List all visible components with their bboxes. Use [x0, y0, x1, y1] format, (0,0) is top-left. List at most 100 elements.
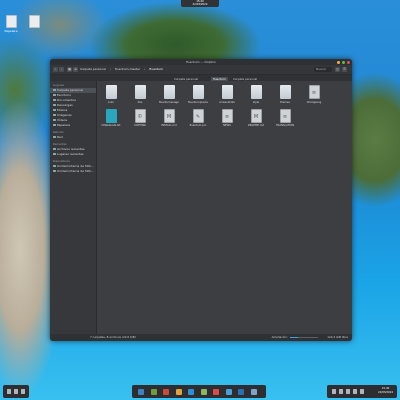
file-item[interactable]: color — [101, 85, 121, 104]
zoom-slider[interactable] — [290, 337, 318, 338]
breadcrumb-item[interactable]: Carpeta personal — [80, 67, 106, 71]
text-file-icon: ≡ — [279, 108, 291, 123]
file-item[interactable]: M INSTALL.md — [159, 108, 179, 127]
maximize-button[interactable] — [342, 60, 345, 64]
app-dock — [132, 385, 266, 398]
recent-files-icon — [53, 147, 56, 151]
file-item[interactable]: ≡ NEWS — [217, 108, 237, 127]
sidebar-item-drive-2[interactable]: Unidad interna de 500... — [50, 169, 96, 174]
markdown-file-icon: M — [250, 108, 262, 123]
minimize-button[interactable] — [337, 60, 340, 64]
file-icon — [28, 15, 40, 28]
file-item[interactable]: dbs — [130, 85, 150, 104]
window-title: fluentum — Dolphin — [186, 60, 216, 64]
sidebar-section-title: Lugares — [53, 83, 65, 87]
network-icon — [53, 135, 56, 139]
file-item[interactable]: M README.md — [246, 108, 266, 127]
status-bar: 7 carpetas, 8 archivos (22,6 KiB) Amplia… — [50, 334, 352, 341]
split-button[interactable]: ◫ — [335, 67, 340, 72]
download-icon — [53, 103, 56, 107]
app-launcher-icon[interactable] — [7, 389, 11, 394]
license-file-icon: © — [134, 108, 146, 123]
task-switcher-icon[interactable] — [14, 389, 18, 394]
file-name: color — [107, 100, 115, 104]
file-item[interactable]: screenshots — [217, 85, 237, 104]
menu-button[interactable]: ☰ — [342, 67, 347, 72]
file-name: CMakeLists.txt — [101, 124, 121, 127]
sidebar-item-recent-places[interactable]: Lugares recientes — [50, 152, 96, 157]
search-input[interactable]: Buscar — [314, 67, 332, 72]
desktop-icon-trash[interactable]: Papelera — [3, 15, 19, 33]
file-item[interactable]: ≡ ChangeLog — [304, 85, 324, 104]
dock-app-icon[interactable] — [163, 388, 169, 395]
folder-icon — [192, 85, 204, 99]
file-item[interactable]: themes — [275, 85, 295, 104]
sidebar-item-label: Papelera — [57, 123, 71, 127]
file-view[interactable]: color dbs fluentumanager fluentumpreview… — [97, 81, 352, 334]
free-space: 122,4 GiB libre — [327, 335, 348, 339]
file-name: NEWS — [223, 124, 231, 127]
zoom-slider-fill — [290, 337, 299, 338]
dock-app-icon[interactable] — [200, 388, 207, 395]
sidebar-item-label: Descargas — [57, 103, 73, 107]
file-item[interactable]: ≡ TRANSLATION — [275, 108, 295, 127]
cmake-file-icon — [105, 108, 117, 123]
desktop-icon-file[interactable] — [26, 15, 42, 29]
dock-app-icon[interactable] — [188, 388, 194, 395]
home-icon — [53, 88, 56, 92]
dock-app-icon[interactable] — [238, 388, 244, 395]
file-name: dbs — [137, 100, 143, 104]
volume-icon[interactable] — [346, 389, 350, 394]
file-item[interactable]: fluentumpreview — [188, 85, 208, 104]
file-item[interactable]: style — [246, 85, 266, 104]
file-name: screenshots — [219, 100, 235, 104]
documents-icon — [53, 98, 56, 102]
notifications-icon[interactable] — [360, 389, 364, 394]
breadcrumb-separator: › — [144, 67, 146, 71]
close-button[interactable] — [347, 60, 350, 64]
dock-app-icon[interactable] — [225, 388, 232, 395]
file-name: INSTALL.md — [161, 124, 177, 127]
drive-icon — [53, 169, 56, 173]
dock-app-icon[interactable] — [138, 388, 144, 395]
music-icon — [53, 108, 56, 112]
file-name: style — [252, 100, 260, 104]
file-name: themes — [280, 100, 290, 104]
breadcrumb-item[interactable]: fluentum-master — [115, 67, 140, 71]
clock-date: 22/03/2024 — [378, 390, 393, 394]
breadcrumb-current[interactable]: fluentum — [149, 67, 163, 71]
view-icons-button[interactable]: ▦ — [67, 67, 72, 72]
file-item[interactable]: © COPYING — [130, 108, 150, 127]
file-item[interactable]: CMakeLists.txt — [101, 108, 121, 127]
sidebar-item-label: Red — [57, 135, 63, 139]
sidebar-section-title: Remoto — [53, 130, 64, 134]
sidebar-section-title: Recientes — [53, 142, 67, 146]
back-button[interactable]: ‹ — [53, 67, 58, 72]
sidebar-item-label: Escritorio — [57, 93, 72, 97]
top-clock-widget[interactable]: 15:40 22/03/2024 — [181, 0, 219, 7]
sidebar-item-trash[interactable]: Papelera — [50, 123, 96, 128]
dock-app-icon[interactable] — [250, 388, 257, 395]
system-tray: 15:40 22/03/2024 — [327, 385, 397, 398]
dock-app-icon[interactable] — [213, 388, 219, 395]
breadcrumb-separator: › — [109, 67, 112, 71]
forward-button[interactable]: › — [59, 67, 64, 72]
dock-app-icon[interactable] — [150, 388, 157, 395]
view-details-button[interactable]: ≡ — [73, 67, 78, 72]
clock[interactable]: 15:40 22/03/2024 — [378, 387, 393, 395]
bluetooth-icon[interactable] — [353, 389, 357, 394]
network-icon[interactable] — [339, 389, 343, 394]
clipboard-icon[interactable] — [332, 389, 336, 394]
recent-places-icon — [53, 152, 56, 156]
folder-icon — [134, 85, 146, 99]
text-file-icon: ≡ — [308, 85, 320, 99]
file-name: fluentumanager — [159, 100, 179, 104]
dock-app-icon[interactable] — [175, 388, 182, 395]
file-item[interactable]: ✎ fluentum.pro — [188, 108, 208, 127]
folder-icon — [105, 85, 117, 99]
sidebar-section-title: Dispositivos — [53, 159, 70, 163]
sidebar-item-network[interactable]: Red — [50, 135, 96, 140]
file-item[interactable]: fluentumanager — [159, 85, 179, 104]
desktop-pager-icon[interactable] — [21, 389, 25, 394]
toolbar: ‹ › ▦ ≡ Carpeta personal › fluentum-mast… — [50, 65, 352, 75]
